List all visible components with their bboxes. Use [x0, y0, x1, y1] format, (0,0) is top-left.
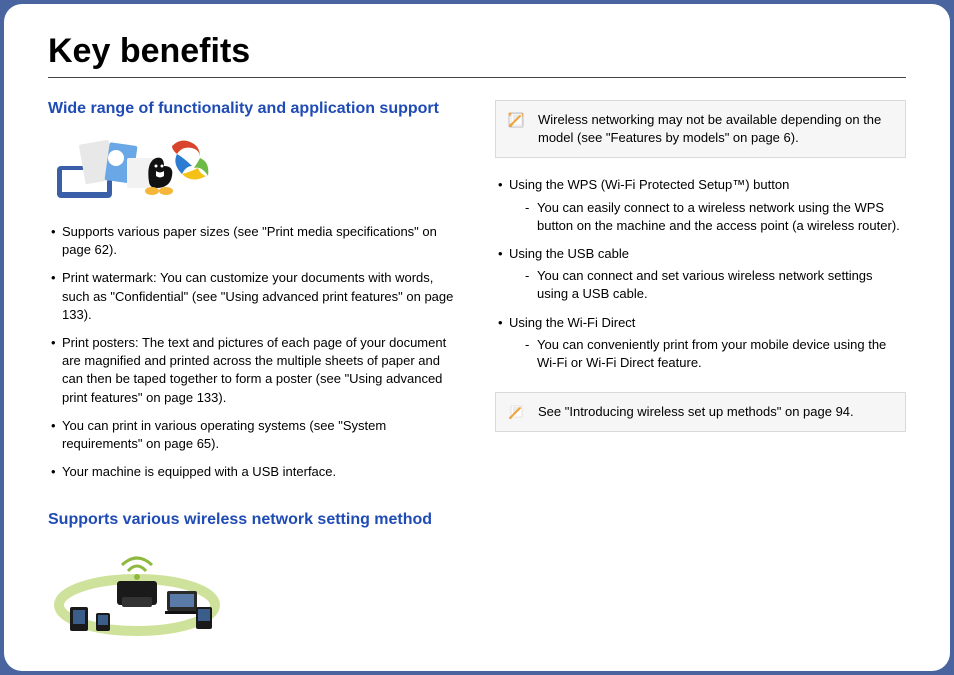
right-column: Wireless networking may not be available… [495, 100, 906, 654]
note-box-availability: Wireless networking may not be available… [495, 100, 906, 158]
left-column: Wide range of functionality and applicat… [48, 100, 459, 654]
list-item: You can print in various operating syste… [48, 417, 459, 453]
document-page: Key benefits Wide range of functionality… [4, 4, 950, 671]
note-box-reference: See "Introducing wireless set up methods… [495, 392, 906, 432]
note-text: See "Introducing wireless set up methods… [538, 404, 854, 419]
list-item: Print posters: The text and pictures of … [48, 334, 459, 407]
note-icon [506, 110, 526, 130]
list-item: Using the USB cable You can connect and … [495, 245, 906, 304]
page-title: Key benefits [48, 32, 906, 78]
list-item-title: Using the WPS (Wi-Fi Protected Setup™) b… [509, 177, 789, 192]
wireless-network-illustration [52, 547, 222, 637]
list-item: Using the WPS (Wi-Fi Protected Setup™) b… [495, 176, 906, 235]
wireless-methods-list: Using the WPS (Wi-Fi Protected Setup™) b… [495, 176, 906, 372]
os-logos-illustration [52, 136, 222, 206]
sub-list: You can easily connect to a wireless net… [509, 199, 906, 235]
sub-list: You can conveniently print from your mob… [509, 336, 906, 372]
section-heading-wireless: Supports various wireless network settin… [48, 511, 459, 529]
list-item: Supports various paper sizes (see "Print… [48, 223, 459, 259]
section-heading-functionality: Wide range of functionality and applicat… [48, 100, 459, 118]
list-item-title: Using the USB cable [509, 246, 629, 261]
note-icon [506, 402, 526, 422]
list-item: Print watermark: You can customize your … [48, 269, 459, 324]
functionality-bullet-list: Supports various paper sizes (see "Print… [48, 223, 459, 481]
sub-list: You can connect and set various wireless… [509, 267, 906, 303]
list-item-title: Using the Wi-Fi Direct [509, 315, 635, 330]
sub-list-item: You can easily connect to a wireless net… [509, 199, 906, 235]
two-column-layout: Wide range of functionality and applicat… [48, 100, 906, 654]
sub-list-item: You can connect and set various wireless… [509, 267, 906, 303]
note-text: Wireless networking may not be available… [538, 112, 881, 145]
sub-list-item: You can conveniently print from your mob… [509, 336, 906, 372]
list-item: Your machine is equipped with a USB inte… [48, 463, 459, 481]
list-item: Using the Wi-Fi Direct You can convenien… [495, 314, 906, 373]
